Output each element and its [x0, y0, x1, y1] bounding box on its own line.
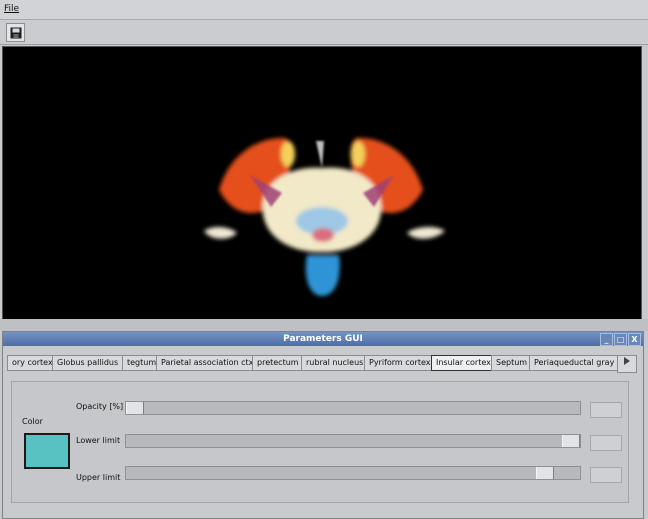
panel-titlebar[interactable]: Parameters GUI _ □ X — [3, 332, 643, 346]
opacity-value-box[interactable] — [590, 402, 622, 418]
opacity-slider-thumb[interactable] — [126, 402, 144, 414]
file-menu[interactable]: File — [4, 4, 19, 14]
maximize-icon[interactable]: □ — [614, 333, 627, 346]
upper-limit-slider-thumb[interactable] — [535, 467, 554, 479]
color-swatch[interactable] — [24, 433, 70, 469]
opacity-label: Opacity [%] — [76, 402, 124, 411]
menu-bar: File — [0, 0, 648, 20]
upper-limit-value-box[interactable] — [590, 467, 622, 483]
tab-septum[interactable]: Septum — [491, 355, 533, 371]
tab-insular-cortex[interactable]: Insular cortex — [431, 355, 496, 371]
floppy-disk-icon — [10, 27, 21, 38]
tab-rubral-nucleus[interactable]: rubral nucleus — [301, 355, 369, 371]
color-label: Color — [22, 417, 43, 426]
lower-limit-slider[interactable] — [125, 434, 581, 448]
upper-limit-label: Upper limit — [76, 473, 121, 482]
tab-globus-pallidus[interactable]: Globus pallidus — [52, 355, 124, 371]
tab-pretectum[interactable]: pretectum — [252, 355, 304, 371]
tab-scroll-right-button[interactable] — [617, 355, 637, 373]
panel-title: Parameters GUI — [283, 334, 363, 344]
window-bottom-strip — [0, 319, 648, 331]
tab-periaqueductal-gray[interactable]: Periaqueductal gray — [529, 355, 620, 371]
lower-limit-value-box[interactable] — [590, 435, 622, 451]
close-icon[interactable]: X — [628, 333, 641, 346]
parameters-panel: Parameters GUI _ □ X ory cortex Globus p… — [2, 331, 644, 519]
structure-parameters: Color Opacity [%] Lower limit Upper limi… — [11, 381, 629, 503]
save-button[interactable] — [6, 23, 25, 42]
minimize-icon[interactable]: _ — [600, 333, 613, 346]
structure-tabs: ory cortex Globus pallidus tegtum Pariet… — [7, 355, 639, 373]
tab-scroll-icon — [624, 357, 630, 365]
tab-olfactory-cortex[interactable]: ory cortex — [7, 355, 58, 371]
upper-limit-slider[interactable] — [125, 466, 581, 480]
tab-parietal-association-ctx[interactable]: Parietal association ctx — [156, 355, 259, 371]
lower-limit-label: Lower limit — [76, 436, 121, 445]
lower-limit-slider-thumb[interactable] — [562, 435, 580, 447]
3d-render-viewport[interactable] — [2, 46, 642, 320]
toolbar — [0, 20, 648, 45]
tab-pyriform-cortex[interactable]: Pyriform cortex — [364, 355, 436, 371]
brain-structures-render — [204, 137, 445, 296]
opacity-slider[interactable] — [125, 401, 581, 415]
